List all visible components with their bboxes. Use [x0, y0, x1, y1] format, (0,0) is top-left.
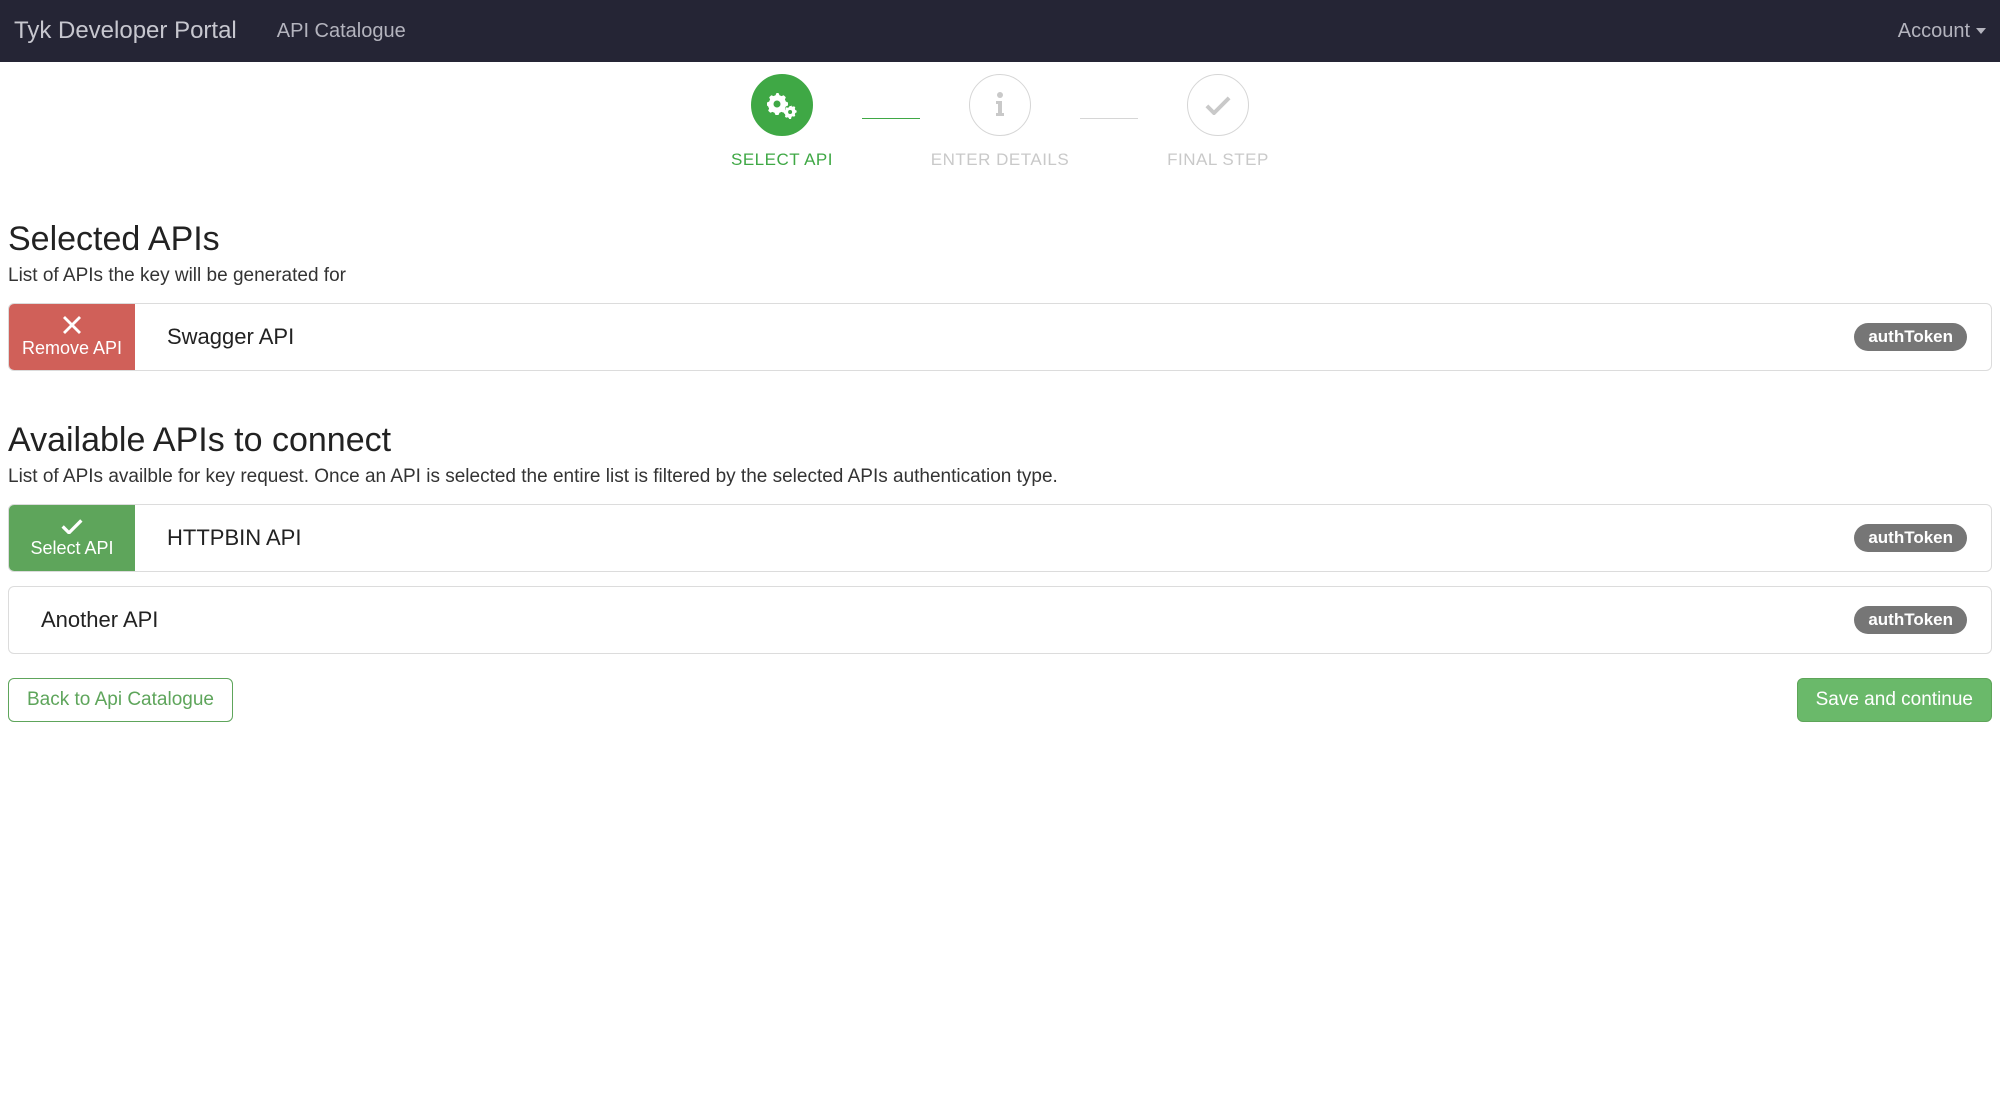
check-icon: [1187, 74, 1249, 136]
step-label: FINAL STEP: [1167, 150, 1269, 170]
account-label: Account: [1898, 20, 1970, 43]
available-apis-desc: List of APIs availble for key request. O…: [8, 466, 1992, 488]
close-icon: [63, 316, 81, 334]
caret-down-icon: [1976, 28, 1986, 34]
save-and-continue-button[interactable]: Save and continue: [1797, 678, 1992, 722]
selected-apis-desc: List of APIs the key will be generated f…: [8, 265, 1992, 287]
back-to-catalogue-button[interactable]: Back to Api Catalogue: [8, 678, 233, 722]
auth-badge: authToken: [1854, 323, 1967, 351]
info-icon: [969, 74, 1031, 136]
brand-title[interactable]: Tyk Developer Portal: [14, 17, 237, 45]
step-connector: [862, 118, 920, 119]
step-label: ENTER DETAILS: [931, 150, 1069, 170]
api-name: HTTPBIN API: [167, 525, 301, 551]
available-apis-heading: Available APIs to connect: [8, 421, 1992, 460]
selected-api-row: Remove API Swagger API authToken: [8, 303, 1992, 371]
remove-api-button[interactable]: Remove API: [9, 304, 135, 370]
select-api-button[interactable]: Select API: [9, 505, 135, 571]
api-name: Another API: [41, 607, 158, 633]
api-name: Swagger API: [167, 324, 294, 350]
selected-apis-heading: Selected APIs: [8, 220, 1992, 259]
select-api-label: Select API: [30, 538, 113, 559]
check-icon: [61, 518, 83, 534]
auth-badge: authToken: [1854, 524, 1967, 552]
step-final[interactable]: FINAL STEP: [1138, 74, 1298, 170]
step-label: SELECT API: [731, 150, 833, 170]
step-enter-details[interactable]: ENTER DETAILS: [920, 74, 1080, 170]
available-api-row: Another API authToken: [8, 586, 1992, 654]
wizard-stepper: SELECT API ENTER DETAILS FINAL STEP: [8, 74, 1992, 170]
cogs-icon: [751, 74, 813, 136]
navbar: Tyk Developer Portal API Catalogue Accou…: [0, 0, 2000, 62]
remove-api-label: Remove API: [22, 338, 122, 359]
account-menu[interactable]: Account: [1898, 20, 1986, 43]
nav-api-catalogue[interactable]: API Catalogue: [277, 20, 406, 43]
step-connector: [1080, 118, 1138, 119]
step-select-api[interactable]: SELECT API: [702, 74, 862, 170]
available-api-row: Select API HTTPBIN API authToken: [8, 504, 1992, 572]
auth-badge: authToken: [1854, 606, 1967, 634]
